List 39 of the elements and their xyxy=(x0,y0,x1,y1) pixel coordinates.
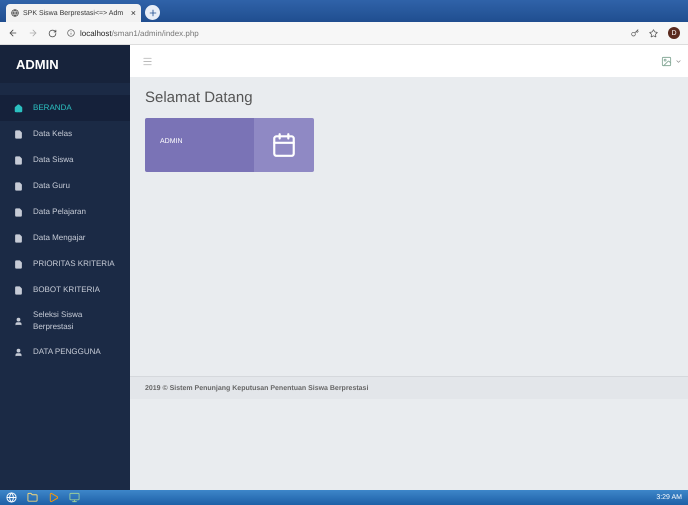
home-icon xyxy=(14,104,23,112)
sidebar-item[interactable]: Data Kelas xyxy=(0,121,130,147)
plus-icon xyxy=(148,8,158,18)
url-text: localhost/sman1/admin/index.php xyxy=(80,28,199,38)
sidebar-item[interactable]: Data Mengajar xyxy=(0,225,130,251)
calendar-icon xyxy=(271,132,297,158)
sidebar-item[interactable]: BOBOT KRITERIA xyxy=(0,277,130,303)
new-tab-button[interactable] xyxy=(145,5,160,20)
sidebar-item[interactable]: Data Pelajaran xyxy=(0,199,130,225)
info-icon xyxy=(67,29,75,37)
bookmark-icon[interactable] xyxy=(649,28,658,38)
close-tab-button[interactable]: × xyxy=(130,8,136,18)
globe-icon xyxy=(11,9,19,17)
sidebar-item[interactable]: Seleksi Siswa Berprestasi xyxy=(0,303,130,339)
user-icon xyxy=(14,348,23,356)
user-icon xyxy=(14,316,23,326)
document-icon xyxy=(14,182,23,190)
back-icon[interactable] xyxy=(8,28,18,38)
sidebar-item[interactable]: PRIORITAS KRITERIA xyxy=(0,251,130,277)
document-icon xyxy=(14,130,23,138)
sidebar-item[interactable]: BERANDA xyxy=(0,95,130,121)
address-field[interactable]: localhost/sman1/admin/index.php xyxy=(67,28,621,38)
monitor-icon[interactable] xyxy=(69,492,80,503)
folder-icon[interactable] xyxy=(27,492,38,503)
document-icon xyxy=(14,208,23,216)
sidebar-item[interactable]: DATA PENGGUNA xyxy=(0,339,130,365)
sidebar-item[interactable]: Data Guru xyxy=(0,173,130,199)
page-heading: Selamat Datang xyxy=(145,89,254,106)
reload-icon[interactable] xyxy=(48,28,57,38)
sidebar-title: ADMIN xyxy=(0,45,130,83)
caret-icon[interactable] xyxy=(675,58,682,64)
forward-icon[interactable] xyxy=(28,28,38,38)
document-icon xyxy=(14,234,23,242)
document-icon xyxy=(14,260,23,268)
sidebar-item[interactable]: Data Siswa xyxy=(0,147,130,173)
key-icon[interactable] xyxy=(631,29,639,37)
media-icon[interactable] xyxy=(48,492,59,503)
document-icon xyxy=(14,156,23,164)
document-icon xyxy=(14,286,23,294)
